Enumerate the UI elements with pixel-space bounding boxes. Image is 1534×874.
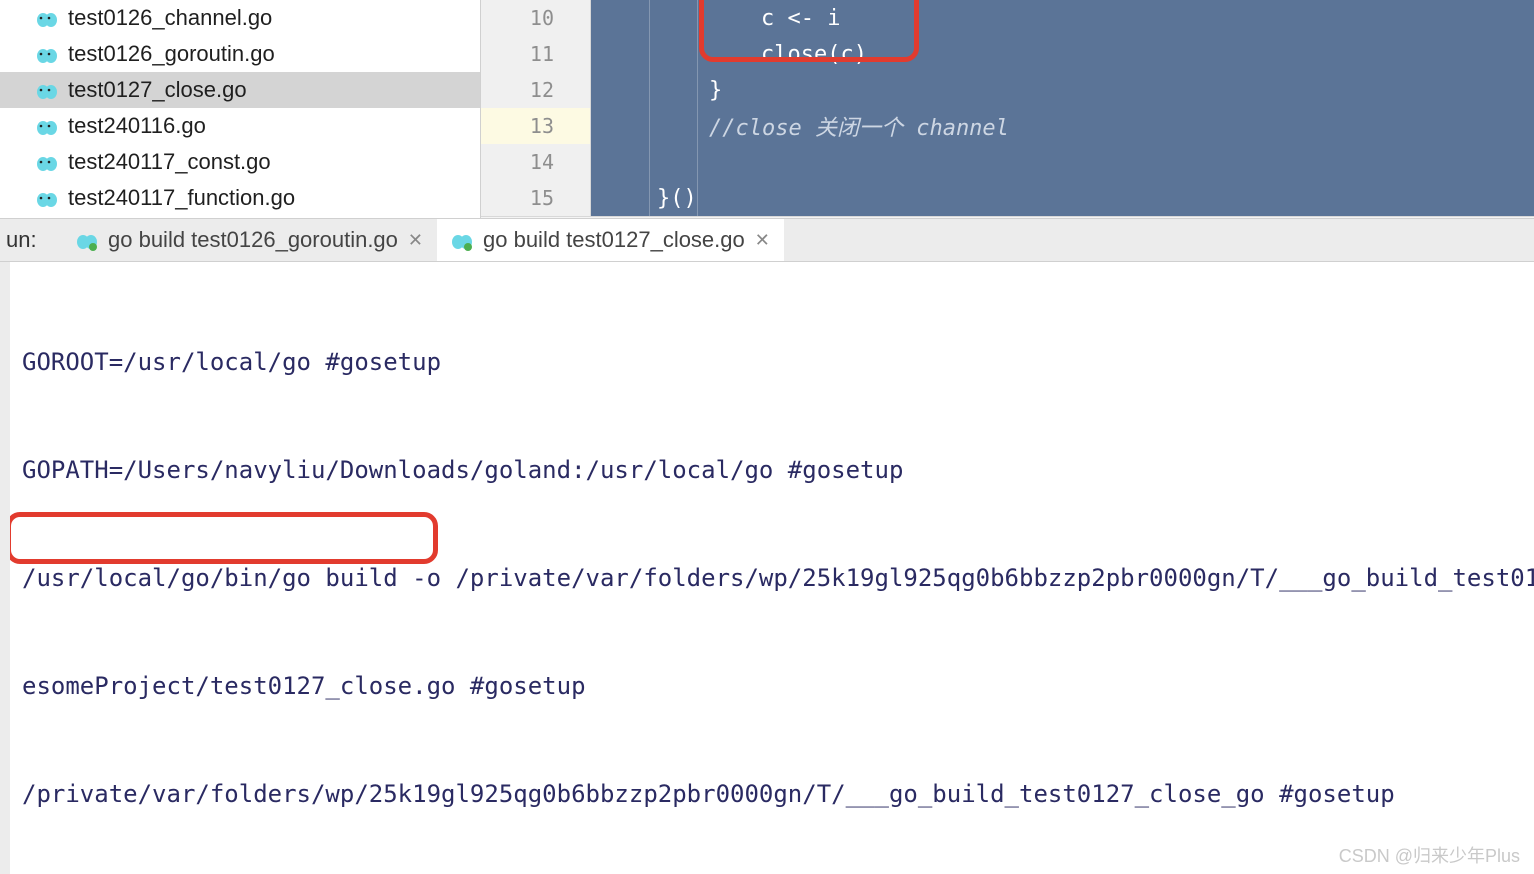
- code-line: //close 关闭一个 channel: [709, 110, 1009, 142]
- file-item[interactable]: test240116.go: [0, 108, 480, 144]
- file-item[interactable]: test240117_const.go: [0, 144, 480, 180]
- line-number: 14: [481, 144, 590, 180]
- file-item[interactable]: test0126_channel.go: [0, 0, 480, 36]
- go-file-icon: [36, 189, 58, 207]
- run-label: un:: [0, 227, 62, 253]
- go-file-icon: [36, 81, 58, 99]
- line-number: 10: [481, 0, 590, 36]
- line-number: 13: [481, 108, 590, 144]
- go-file-icon: [36, 9, 58, 27]
- line-number: 15: [481, 180, 590, 216]
- line-number: 11: [481, 36, 590, 72]
- file-item[interactable]: test240117_function.go: [0, 180, 480, 216]
- file-name: test240117_function.go: [68, 185, 295, 211]
- console-line: /usr/local/go/bin/go build -o /private/v…: [22, 560, 1534, 596]
- run-tab[interactable]: go build test0127_close.go ✕: [437, 219, 784, 261]
- close-icon[interactable]: ✕: [408, 230, 423, 251]
- console-line: /private/var/folders/wp/25k19gl925qg0b6b…: [22, 776, 1534, 812]
- close-icon[interactable]: ✕: [755, 230, 770, 251]
- editor: 10 11 12 13 14 15 c <- i close(c) } //cl…: [480, 0, 1534, 218]
- run-tabs-bar: un: go build test0126_goroutin.go ✕ go b…: [0, 218, 1534, 262]
- go-file-icon: [36, 45, 58, 63]
- go-file-icon: [36, 153, 58, 171]
- file-name: test0126_channel.go: [68, 5, 272, 31]
- file-name: test240117_const.go: [68, 149, 271, 175]
- file-name: test0127_close.go: [68, 77, 247, 103]
- highlight-box: [699, 0, 919, 62]
- go-run-icon: [451, 231, 473, 249]
- project-tree: test0126_channel.go test0126_goroutin.go…: [0, 0, 480, 218]
- line-number: 12: [481, 72, 590, 108]
- file-item[interactable]: test0126_goroutin.go: [0, 36, 480, 72]
- file-name: test0126_goroutin.go: [68, 41, 275, 67]
- run-tab-label: go build test0127_close.go: [483, 227, 745, 253]
- file-item[interactable]: test0127_close.go: [0, 72, 480, 108]
- run-tab[interactable]: go build test0126_goroutin.go ✕: [62, 219, 437, 261]
- console-line: GOROOT=/usr/local/go #gosetup: [22, 344, 1534, 380]
- code-line: }: [709, 78, 722, 103]
- highlight-box: [6, 512, 438, 564]
- code-area[interactable]: c <- i close(c) } //close 关闭一个 channel }…: [591, 0, 1534, 216]
- console-line: GOPATH=/Users/navyliu/Downloads/goland:/…: [22, 452, 1534, 488]
- run-tab-label: go build test0126_goroutin.go: [108, 227, 398, 253]
- code-line: }(): [657, 186, 697, 211]
- go-file-icon: [36, 117, 58, 135]
- file-name: test240116.go: [68, 113, 206, 139]
- watermark: CSDN @归来少年Plus: [1339, 842, 1520, 868]
- line-gutter: 10 11 12 13 14 15: [481, 0, 591, 216]
- console-output[interactable]: GOROOT=/usr/local/go #gosetup GOPATH=/Us…: [0, 262, 1534, 874]
- console-line: esomeProject/test0127_close.go #gosetup: [22, 668, 1534, 704]
- go-run-icon: [76, 231, 98, 249]
